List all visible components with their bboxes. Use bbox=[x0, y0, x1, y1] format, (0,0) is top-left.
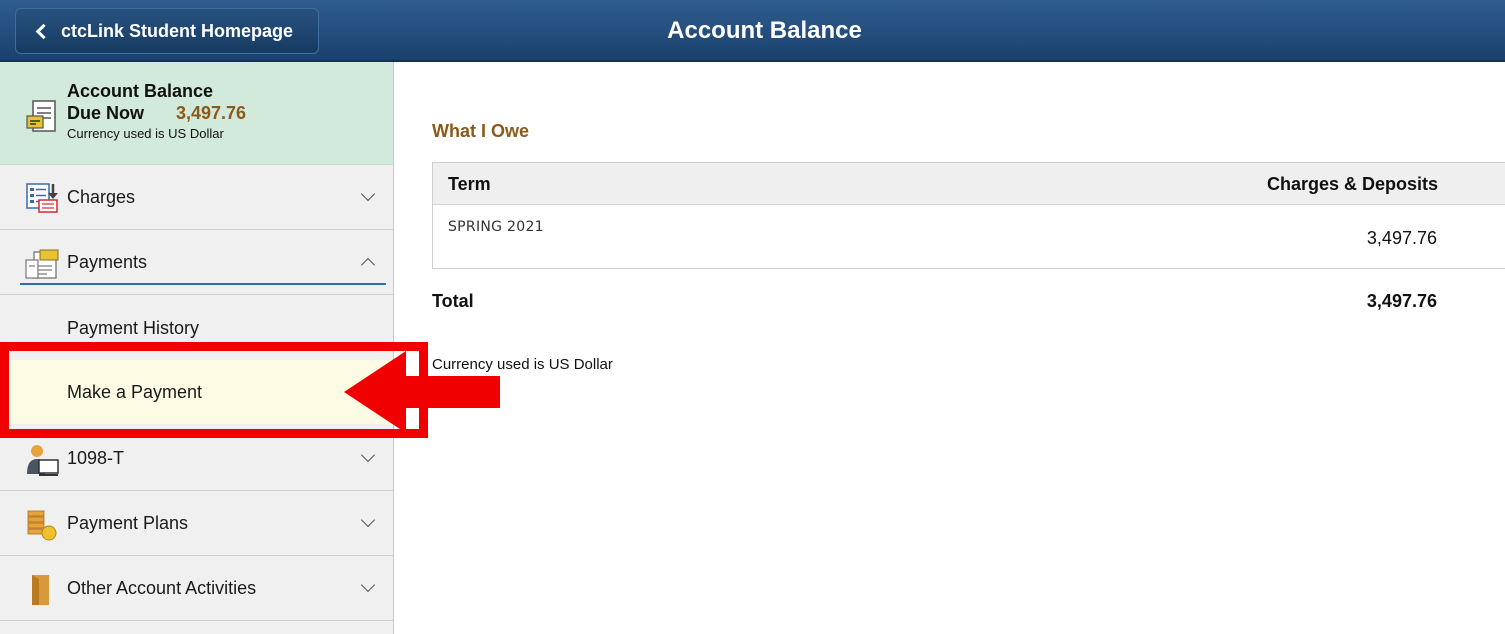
nav-label-charges: Charges bbox=[67, 187, 136, 207]
chevron-down-icon bbox=[360, 447, 376, 463]
owe-table: Term Charges & Deposits SPRING 2021 3,49… bbox=[432, 162, 1505, 269]
chevron-up-icon bbox=[360, 257, 376, 273]
nav-subitem-make-payment[interactable]: Make a Payment bbox=[0, 360, 393, 424]
table-cell-amount: 3,497.76 bbox=[1366, 228, 1437, 248]
nav-label-1098t: 1098-T bbox=[67, 448, 125, 468]
chevron-down-icon bbox=[360, 186, 376, 202]
chevron-left-icon bbox=[35, 23, 52, 39]
person-computer-icon bbox=[27, 445, 59, 476]
due-now-label: Due Now bbox=[67, 103, 145, 123]
nav-item-1098t[interactable]: 1098-T bbox=[0, 426, 393, 491]
total-label: Total bbox=[432, 291, 474, 311]
section-title: What I Owe bbox=[432, 121, 530, 141]
total-amount: 3,497.76 bbox=[1366, 291, 1437, 311]
coins-stack-icon bbox=[27, 510, 57, 541]
sidebar: Account Balance Due Now 3,497.76 Currenc… bbox=[0, 62, 394, 634]
top-bar: Account Balance ctcLink Student Homepage bbox=[0, 0, 1505, 62]
payments-icon bbox=[25, 249, 59, 279]
chevron-down-icon bbox=[360, 512, 376, 528]
nav-label-other-activities: Other Account Activities bbox=[67, 578, 257, 598]
nav-item-charges[interactable]: Charges bbox=[0, 165, 393, 230]
nav-item-payments[interactable]: Payments bbox=[0, 230, 393, 295]
nav-item-other-activities[interactable]: Other Account Activities bbox=[0, 556, 393, 621]
column-header-charges: Charges & Deposits bbox=[1266, 174, 1438, 194]
summary-currency: Currency used is US Dollar bbox=[67, 126, 224, 141]
nav-label-payments: Payments bbox=[67, 252, 148, 272]
nav-item-payment-plans[interactable]: Payment Plans bbox=[0, 491, 393, 556]
back-to-homepage-button[interactable]: ctcLink Student Homepage bbox=[15, 8, 319, 54]
make-payment-label: Make a Payment bbox=[67, 382, 203, 402]
table-cell-term: SPRING 2021 bbox=[448, 219, 544, 235]
chevron-down-icon bbox=[360, 577, 376, 593]
summary-title: Account Balance bbox=[67, 81, 214, 101]
nav-subitem-payment-history[interactable]: Payment History bbox=[0, 296, 393, 360]
payment-history-label: Payment History bbox=[67, 318, 200, 338]
table-header: Term Charges & Deposits bbox=[433, 163, 1505, 205]
currency-note: Currency used is US Dollar bbox=[432, 356, 613, 373]
column-header-term: Term bbox=[448, 174, 491, 194]
folder-icon bbox=[32, 575, 49, 605]
account-summary: Account Balance Due Now 3,497.76 Currenc… bbox=[0, 62, 393, 165]
charges-list-icon bbox=[26, 183, 58, 213]
back-button-label: ctcLink Student Homepage bbox=[61, 20, 294, 41]
payments-focus-underline bbox=[20, 283, 386, 285]
bill-document-icon bbox=[26, 100, 56, 132]
due-now-amount: 3,497.76 bbox=[176, 103, 247, 123]
main-content: What I Owe Term Charges & Deposits SPRIN… bbox=[394, 62, 1505, 634]
nav-label-payment-plans: Payment Plans bbox=[67, 513, 189, 533]
